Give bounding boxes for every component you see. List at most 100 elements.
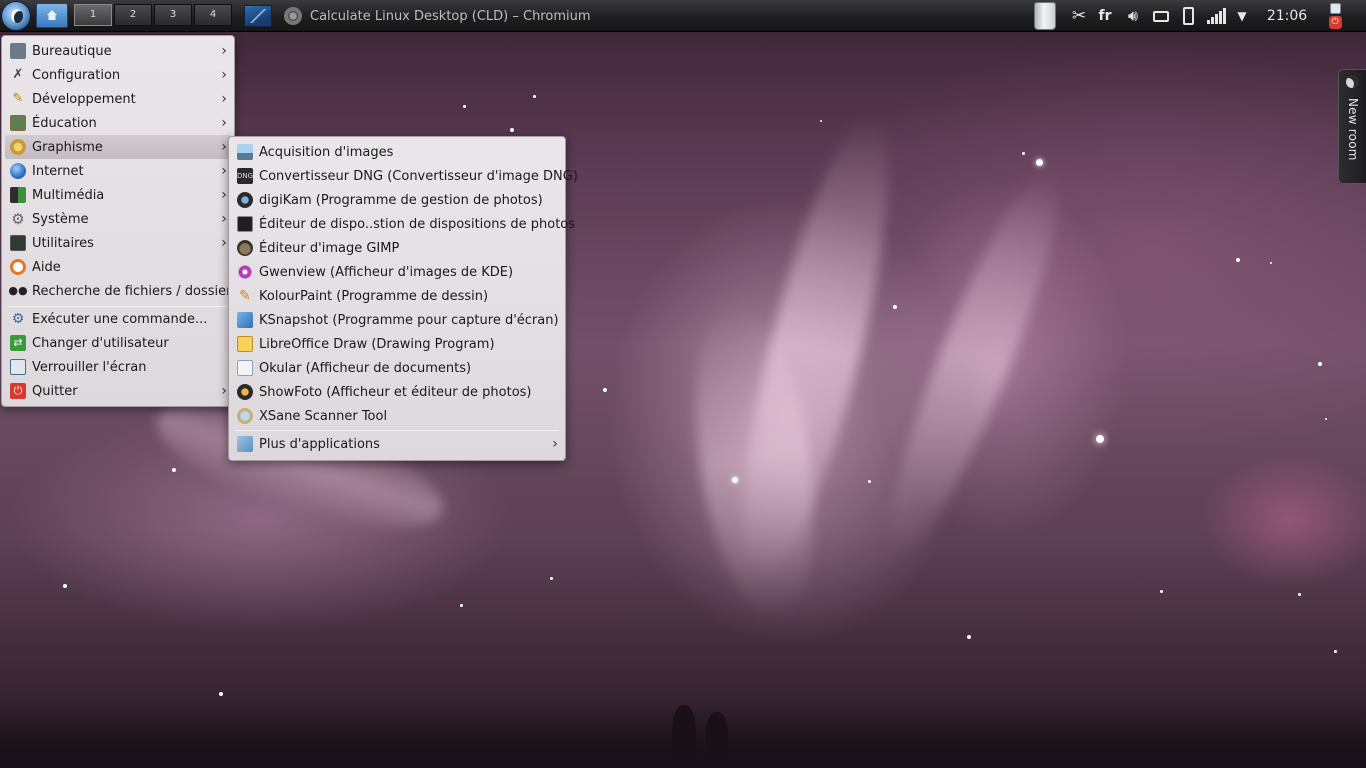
binoculars-icon: ●● [8, 284, 28, 297]
submenu-item-okular[interactable]: Okular (Afficheur de documents) [232, 356, 562, 380]
star [1036, 159, 1043, 166]
scissors-icon[interactable]: ✂ [1068, 0, 1090, 32]
globe-icon [10, 163, 26, 179]
menu-item-systeme[interactable]: ⚙ Système › [5, 207, 231, 231]
menu-item-label: Exécuter une commande... [32, 311, 208, 327]
submenu-item-photo-layout[interactable]: Éditeur de dispo..stion de dispositions … [232, 212, 575, 236]
star [172, 468, 176, 472]
menu-item-label: Internet [32, 163, 84, 179]
desktop-1-button[interactable]: 1 [74, 4, 112, 26]
drive-shape [1153, 10, 1169, 22]
battery-shape [1182, 7, 1194, 25]
submenu-item-label: Éditeur d'image GIMP [259, 240, 400, 256]
system-gear-icon: ⚙ [11, 210, 25, 228]
showfoto-icon [237, 384, 253, 400]
top-panel: 1 2 3 4 Calculate Linux Desktop (CLD) – … [0, 0, 1366, 32]
submenu-item-xsane[interactable]: XSane Scanner Tool [232, 404, 562, 428]
submenu-item-digikam[interactable]: digiKam (Programme de gestion de photos) [232, 188, 562, 212]
menu-item-utilitaires[interactable]: Utilitaires › [5, 231, 231, 255]
submenu-item-label: Acquisition d'images [259, 144, 394, 160]
menu-item-label: Configuration [32, 67, 121, 83]
submenu-item-showfoto[interactable]: ShowFoto (Afficheur et éditeur de photos… [232, 380, 562, 404]
battery-icon[interactable] [1176, 0, 1200, 32]
okular-icon [237, 360, 253, 376]
launcher-logo-icon [11, 9, 23, 23]
chromium-icon [284, 7, 302, 25]
star [1334, 650, 1337, 653]
penguin-silhouette [706, 712, 728, 760]
multimedia-icon [10, 187, 26, 203]
star [1022, 152, 1025, 155]
submenu-item-acquisition[interactable]: Acquisition d'images [232, 140, 562, 164]
menu-item-configuration[interactable]: ✗ Configuration › [5, 63, 231, 87]
submenu-item-label: KolourPaint (Programme de dessin) [259, 288, 489, 304]
desktop-2-button[interactable]: 2 [114, 4, 152, 26]
lock-icon[interactable] [1329, 3, 1341, 14]
chevron-right-icon: › [221, 43, 227, 59]
application-launcher-button[interactable] [1, 1, 31, 31]
menu-item-multimedia[interactable]: Multimédia › [5, 183, 231, 207]
menu-item-label: Développement [32, 91, 136, 107]
submenu-item-label: LibreOffice Draw (Drawing Program) [259, 336, 495, 352]
menu-item-label: Bureautique [32, 43, 112, 59]
moon-icon [1346, 76, 1358, 88]
menu-item-graphisme[interactable]: Graphisme › [5, 135, 231, 159]
star [1270, 262, 1272, 264]
menu-item-bureautique[interactable]: Bureautique › [5, 39, 231, 63]
desktop-3-button[interactable]: 3 [154, 4, 192, 26]
help-lifebuoy-icon [10, 259, 26, 275]
lock-screen-icon [10, 359, 26, 375]
menu-item-label: Recherche de fichiers / dossiers [32, 283, 239, 299]
gwenview-icon [237, 264, 253, 280]
network-signal-icon[interactable] [1203, 0, 1229, 32]
menu-item-label: Éducation [32, 115, 97, 131]
submenu-item-gwenview[interactable]: Gwenview (Afficheur d'images de KDE) [232, 260, 562, 284]
star [820, 120, 822, 122]
show-desktop-icon[interactable] [244, 5, 272, 27]
menu-item-verrouiller[interactable]: Verrouiller l'écran [5, 355, 231, 379]
submenu-item-kolourpaint[interactable]: ✎ KolourPaint (Programme de dessin) [232, 284, 562, 308]
menu-item-aide[interactable]: Aide [5, 255, 231, 279]
removable-drive-icon[interactable] [1149, 0, 1173, 32]
home-folder-icon[interactable] [36, 3, 68, 28]
session-controls[interactable]: ⏻ [1326, 0, 1344, 32]
tray-expand-arrow-icon[interactable]: ▼ [1233, 0, 1251, 32]
signal-bars [1206, 8, 1226, 24]
trash-icon [1034, 2, 1056, 30]
trash-tray-button[interactable] [1032, 0, 1058, 32]
clock[interactable]: 21:06 [1252, 0, 1322, 32]
menu-item-internet[interactable]: Internet › [5, 159, 231, 183]
session-stack: ⏻ [1328, 3, 1342, 29]
run-command-icon: ⚙ [11, 311, 25, 327]
star [63, 584, 67, 588]
menu-item-executer[interactable]: ⚙ Exécuter une commande... [5, 307, 231, 331]
power-icon[interactable]: ⏻ [1328, 16, 1342, 29]
submenu-item-ksnapshot[interactable]: KSnapshot (Programme pour capture d'écra… [232, 308, 562, 332]
submenu-item-dng-converter[interactable]: DNG Convertisseur DNG (Convertisseur d'i… [232, 164, 578, 188]
volume-icon[interactable]: 🔊︎ [1120, 0, 1146, 32]
star [1325, 418, 1327, 420]
quit-power-icon: ⏻ [10, 383, 26, 399]
gimp-icon [237, 240, 253, 256]
star [868, 480, 871, 483]
menu-item-recherche[interactable]: ●● Recherche de fichiers / dossiers [5, 279, 238, 303]
menu-item-label: Changer d'utilisateur [32, 335, 169, 351]
desktop-4-button[interactable]: 4 [194, 4, 232, 26]
star [967, 635, 971, 639]
menu-item-quitter[interactable]: ⏻ Quitter › [5, 379, 231, 403]
menu-item-education[interactable]: Éducation › [5, 111, 231, 135]
menu-item-changer-utilisateur[interactable]: ⇄ Changer d'utilisateur [5, 331, 231, 355]
star [1096, 435, 1104, 443]
menu-item-label: Quitter [32, 383, 78, 399]
submenu-item-more-apps[interactable]: Plus d'applications › [232, 432, 562, 456]
star [893, 305, 897, 309]
activity-side-panel[interactable]: New room [1338, 69, 1366, 184]
star [460, 604, 463, 607]
submenu-item-gimp[interactable]: Éditeur d'image GIMP [232, 236, 562, 260]
submenu-item-label: KSnapshot (Programme pour capture d'écra… [259, 312, 559, 328]
taskbar-window-chromium[interactable]: Calculate Linux Desktop (CLD) – Chromium [284, 4, 591, 28]
submenu-item-libreoffice-draw[interactable]: LibreOffice Draw (Drawing Program) [232, 332, 562, 356]
menu-item-developpement[interactable]: ✎ Développement › [5, 87, 231, 111]
chevron-right-icon: › [221, 67, 227, 83]
keyboard-layout-indicator[interactable]: fr [1094, 0, 1116, 32]
